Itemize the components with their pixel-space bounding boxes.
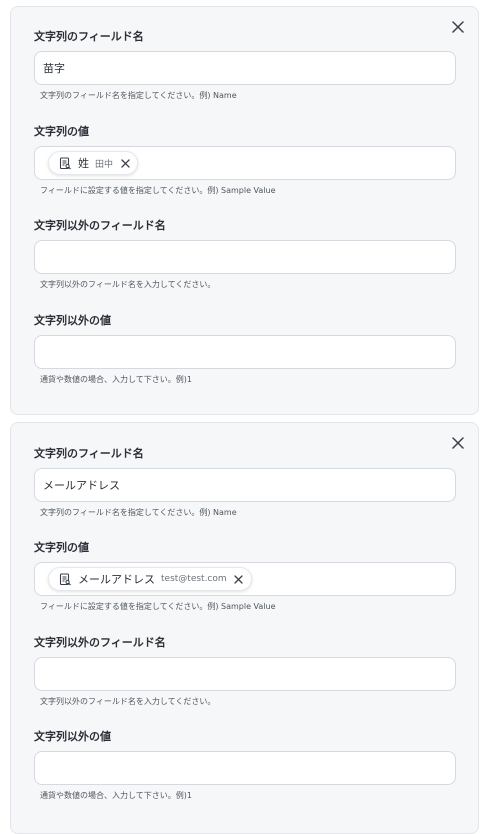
mapping-card: 文字列のフィールド名 苗字 文字列のフィールド名を指定してください。例) Nam… — [10, 6, 479, 415]
non-string-value-label: 文字列以外の値 — [34, 314, 111, 327]
non-string-field-name-group: 文字列以外のフィールド名 文字列以外のフィールド名を入力してください。 — [34, 218, 457, 291]
string-field-name-value: メールアドレス — [43, 479, 120, 492]
string-field-name-label: 文字列のフィールド名 — [34, 30, 144, 43]
string-field-name-group: 文字列のフィールド名 メールアドレス 文字列のフィールド名を指定してください。例… — [34, 446, 457, 519]
chip-field-name: 姓 — [78, 157, 89, 170]
non-string-value-input[interactable] — [34, 335, 456, 369]
string-field-name-group: 文字列のフィールド名 苗字 文字列のフィールド名を指定してください。例) Nam… — [34, 29, 457, 102]
string-value-input[interactable]: メールアドレス test@test.com — [34, 562, 456, 596]
chip-sample-value: test@test.com — [161, 574, 227, 584]
document-field-icon — [59, 572, 71, 585]
non-string-field-name-input[interactable] — [34, 657, 456, 691]
chip-sample-value: 田中 — [95, 159, 114, 170]
non-string-value-label: 文字列以外の値 — [34, 730, 111, 743]
field-chip[interactable]: メールアドレス test@test.com — [48, 567, 252, 591]
string-field-name-input[interactable]: メールアドレス — [34, 468, 456, 502]
non-string-value-group: 文字列以外の値 通貨や数値の場合、入力して下さい。例)1 — [34, 729, 457, 802]
string-value-help: フィールドに設定する値を指定してください。例) Sample Value — [40, 602, 276, 611]
remove-icon — [120, 158, 130, 168]
non-string-field-name-help: 文字列以外のフィールド名を入力してください。 — [40, 280, 216, 289]
non-string-field-name-label: 文字列以外のフィールド名 — [34, 636, 166, 649]
chip-remove-button[interactable] — [119, 157, 131, 169]
non-string-field-name-help: 文字列以外のフィールド名を入力してください。 — [40, 697, 216, 706]
string-value-group: 文字列の値 メールアドレス test@test.com フィールドに設定する値を… — [34, 540, 457, 613]
document-field-icon — [59, 156, 71, 169]
remove-icon — [234, 574, 243, 584]
mapping-card: 文字列のフィールド名 メールアドレス 文字列のフィールド名を指定してください。例… — [10, 422, 479, 834]
string-field-name-help: 文字列のフィールド名を指定してください。例) Name — [40, 91, 237, 100]
string-field-name-value: 苗字 — [43, 62, 65, 75]
string-value-group: 文字列の値 姓 田中 フィールドに設定する値を指定してください。例) Sampl… — [34, 124, 457, 197]
string-field-name-input[interactable]: 苗字 — [34, 51, 456, 85]
non-string-field-name-label: 文字列以外のフィールド名 — [34, 219, 166, 232]
string-value-help: フィールドに設定する値を指定してください。例) Sample Value — [40, 186, 276, 195]
non-string-value-help: 通貨や数値の場合、入力して下さい。例)1 — [40, 375, 192, 384]
non-string-field-name-group: 文字列以外のフィールド名 文字列以外のフィールド名を入力してください。 — [34, 635, 457, 708]
non-string-value-group: 文字列以外の値 通貨や数値の場合、入力して下さい。例)1 — [34, 313, 457, 386]
string-field-name-label: 文字列のフィールド名 — [34, 447, 144, 460]
chip-field-name: メールアドレス — [78, 573, 155, 586]
string-value-input[interactable]: 姓 田中 — [34, 146, 456, 180]
non-string-field-name-input[interactable] — [34, 240, 456, 274]
field-chip[interactable]: 姓 田中 — [48, 151, 139, 175]
string-field-name-help: 文字列のフィールド名を指定してください。例) Name — [40, 508, 237, 517]
non-string-value-help: 通貨や数値の場合、入力して下さい。例)1 — [40, 791, 192, 800]
non-string-value-input[interactable] — [34, 751, 456, 785]
chip-remove-button[interactable] — [233, 573, 245, 585]
string-value-label: 文字列の値 — [34, 541, 89, 554]
string-value-label: 文字列の値 — [34, 125, 89, 138]
